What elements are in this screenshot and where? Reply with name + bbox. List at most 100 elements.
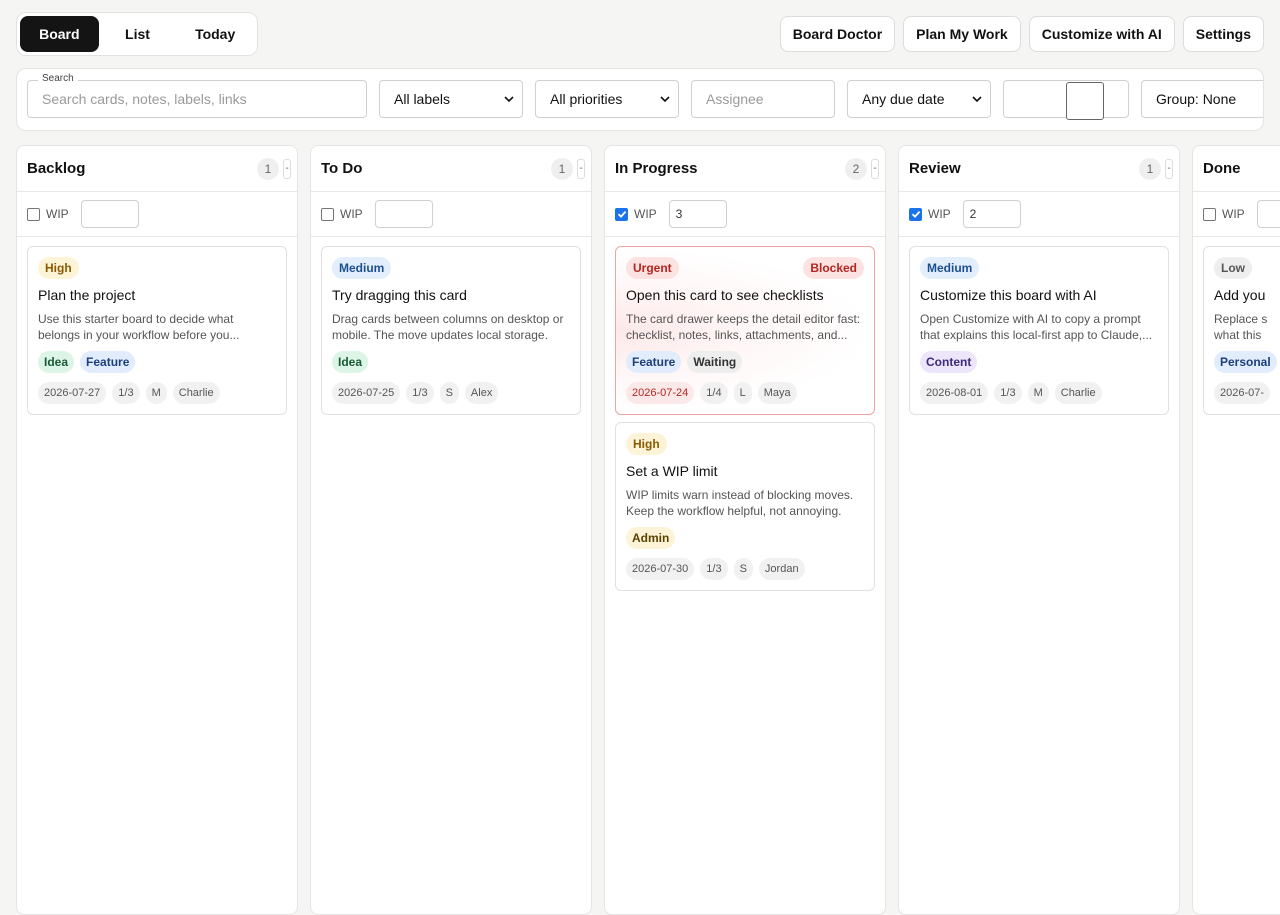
due-date-chip: 2026-07-25 bbox=[332, 382, 401, 404]
chevron-down-icon bbox=[660, 96, 670, 103]
priority-badge: Urgent bbox=[626, 257, 679, 279]
column-title: In Progress bbox=[615, 160, 698, 177]
column-backlog: Backlog 1 - WIP High Plan the project Us… bbox=[16, 145, 298, 915]
assignee-chip: Alex bbox=[464, 382, 499, 404]
due-date-chip: 2026-08-01 bbox=[920, 382, 989, 404]
color-picker[interactable] bbox=[1066, 82, 1104, 120]
tab-board[interactable]: Board bbox=[20, 16, 99, 52]
wip-limit-input[interactable] bbox=[1256, 200, 1280, 228]
label-tag: Waiting bbox=[687, 351, 743, 373]
card-description: Drag cards between columns on desktop or… bbox=[332, 312, 564, 342]
card[interactable]: Medium Customize this board with AI Open… bbox=[909, 246, 1169, 415]
group-select[interactable]: Group: None bbox=[1141, 80, 1263, 118]
due-date-chip: 2026-07-30 bbox=[626, 558, 695, 580]
card-count-badge: 2 bbox=[845, 157, 867, 180]
wip-checkbox[interactable] bbox=[909, 207, 922, 221]
wip-checkbox[interactable] bbox=[27, 207, 40, 221]
wip-limit-input[interactable]: 3 bbox=[668, 200, 727, 228]
chevron-down-icon bbox=[972, 96, 982, 103]
wip-checkbox[interactable] bbox=[321, 207, 334, 221]
wip-checkbox[interactable] bbox=[1203, 207, 1216, 221]
wip-limit-input[interactable] bbox=[80, 200, 139, 228]
card-title: Set a WIP limit bbox=[626, 463, 718, 479]
size-chip: M bbox=[145, 382, 167, 404]
tab-list[interactable]: List bbox=[99, 16, 177, 52]
toolbar-actions: Board Doctor Plan My Work Customize with… bbox=[779, 16, 1264, 52]
label-tag: Idea bbox=[38, 351, 75, 373]
view-switcher: Board List Today bbox=[16, 12, 258, 56]
due-date-chip: 2026-07- bbox=[1214, 382, 1271, 404]
wip-row: WIP bbox=[17, 192, 297, 237]
board-doctor-button[interactable]: Board Doctor bbox=[779, 16, 896, 52]
assignee-chip: Maya bbox=[757, 382, 797, 404]
column-header: Done bbox=[1193, 146, 1280, 192]
card[interactable]: Low Add you Replace s what this Personal… bbox=[1203, 246, 1280, 415]
card-count-badge: 1 bbox=[257, 157, 279, 180]
card[interactable]: Urgent Blocked Open this card to see che… bbox=[615, 246, 875, 415]
wip-label: WIP bbox=[340, 207, 363, 221]
collapse-column-button[interactable]: - bbox=[577, 158, 585, 179]
checklist-chip: 1/3 bbox=[406, 382, 434, 404]
blocked-badge: Blocked bbox=[803, 257, 864, 279]
card-description: Open Customize with AI to copy a prompt … bbox=[920, 312, 1153, 342]
wip-label: WIP bbox=[46, 207, 69, 221]
customize-with-ai-button[interactable]: Customize with AI bbox=[1028, 16, 1175, 52]
column-header: To Do 1 - bbox=[311, 146, 591, 192]
card-description: The card drawer keeps the detail editor … bbox=[626, 312, 861, 342]
chevron-down-icon bbox=[504, 96, 514, 103]
card-title: Plan the project bbox=[38, 287, 136, 303]
collapse-column-button[interactable]: - bbox=[871, 158, 879, 179]
card-description: WIP limits warn instead of blocking move… bbox=[626, 488, 854, 518]
column-header: Review 1 - bbox=[899, 146, 1179, 192]
priority-badge: High bbox=[626, 433, 667, 455]
group-select-value: Group: None bbox=[1156, 91, 1237, 107]
checkmark-icon bbox=[911, 210, 920, 218]
card-title: Add you bbox=[1214, 287, 1266, 303]
wip-limit-input[interactable] bbox=[374, 200, 433, 228]
search-input[interactable]: Search cards, notes, labels, links bbox=[42, 91, 247, 107]
card-description: Use this starter board to decide what be… bbox=[38, 312, 240, 342]
filter-bar: Search Search cards, notes, labels, link… bbox=[16, 68, 1264, 131]
wip-row: WIP 2 bbox=[899, 192, 1179, 237]
assignee-input[interactable]: Assignee bbox=[691, 80, 835, 118]
column-title: Backlog bbox=[27, 160, 86, 177]
wip-row: WIP bbox=[1193, 192, 1280, 237]
labels-select[interactable]: All labels bbox=[379, 80, 523, 118]
checklist-chip: 1/4 bbox=[700, 382, 728, 404]
column-done: Done WIP Low Add you Replace s what this… bbox=[1192, 145, 1280, 915]
label-tag: Idea bbox=[332, 351, 369, 373]
assignee-chip: Jordan bbox=[758, 558, 805, 580]
wip-checkbox[interactable] bbox=[615, 207, 628, 221]
wip-row: WIP bbox=[311, 192, 591, 237]
card-description: Replace s what this bbox=[1214, 312, 1268, 342]
card[interactable]: Medium Try dragging this card Drag cards… bbox=[321, 246, 581, 415]
collapse-column-button[interactable]: - bbox=[283, 158, 291, 179]
search-legend: Search bbox=[38, 73, 78, 84]
priorities-select[interactable]: All priorities bbox=[535, 80, 679, 118]
size-chip: L bbox=[733, 382, 752, 404]
wip-label: WIP bbox=[1222, 207, 1245, 221]
size-chip: S bbox=[733, 558, 753, 580]
card-title: Try dragging this card bbox=[332, 287, 467, 303]
checklist-chip: 1/3 bbox=[112, 382, 140, 404]
settings-button[interactable]: Settings bbox=[1182, 16, 1264, 52]
plan-my-work-button[interactable]: Plan My Work bbox=[903, 16, 1021, 52]
checklist-chip: 1/3 bbox=[994, 382, 1022, 404]
search-field[interactable]: Search Search cards, notes, labels, link… bbox=[27, 73, 367, 118]
due-date-chip: 2026-07-24 bbox=[626, 382, 695, 404]
wip-limit-input[interactable]: 2 bbox=[962, 200, 1021, 228]
label-tag: Feature bbox=[80, 351, 136, 373]
assignee-chip: Charlie bbox=[172, 382, 220, 404]
label-tag: Admin bbox=[626, 527, 676, 549]
priorities-select-value: All priorities bbox=[550, 91, 623, 107]
card[interactable]: High Plan the project Use this starter b… bbox=[27, 246, 287, 415]
due-date-chip: 2026-07-27 bbox=[38, 382, 107, 404]
column-to-do: To Do 1 - WIP Medium Try dragging this c… bbox=[310, 145, 592, 915]
collapse-column-button[interactable]: - bbox=[1165, 158, 1173, 179]
wip-row: WIP 3 bbox=[605, 192, 885, 237]
card-title: Customize this board with AI bbox=[920, 287, 1097, 303]
due-date-select[interactable]: Any due date bbox=[847, 80, 991, 118]
tab-today[interactable]: Today bbox=[176, 16, 254, 52]
label-tag: Feature bbox=[626, 351, 682, 373]
card[interactable]: High Set a WIP limit WIP limits warn ins… bbox=[615, 422, 875, 591]
